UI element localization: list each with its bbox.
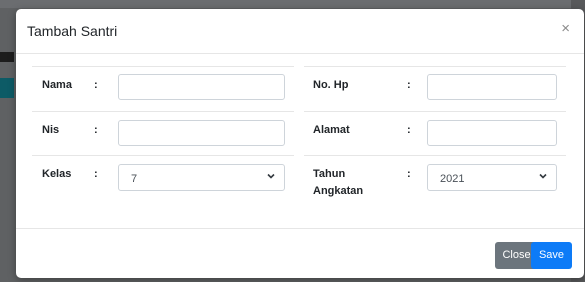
- nis-label: Nis: [42, 124, 60, 136]
- colon: :: [407, 124, 411, 136]
- nama-input[interactable]: [118, 74, 285, 100]
- chevron-down-icon: [266, 171, 276, 184]
- tahun-label-line1: Tahun: [313, 168, 346, 180]
- background-element: [0, 52, 14, 62]
- tahun-label-line2: Angkatan: [313, 185, 364, 197]
- modal-title: Tambah Santri: [27, 23, 118, 39]
- nohp-input[interactable]: [427, 74, 557, 100]
- modal-footer: Close Save: [16, 228, 584, 278]
- tahun-select[interactable]: 2021: [427, 164, 557, 191]
- row-divider: [304, 155, 566, 156]
- nama-label: Nama: [42, 79, 72, 91]
- close-icon[interactable]: ×: [561, 20, 570, 37]
- modal-header: Tambah Santri ×: [16, 9, 584, 54]
- tahun-angkatan-label: Tahun Angkatan: [313, 166, 363, 200]
- colon: :: [407, 168, 411, 180]
- chevron-down-icon: [538, 171, 548, 184]
- colon: :: [407, 79, 411, 91]
- row-divider: [304, 66, 566, 67]
- kelas-select[interactable]: 7: [118, 164, 285, 191]
- background-element: [0, 78, 14, 98]
- row-divider: [32, 155, 294, 156]
- colon: :: [94, 168, 98, 180]
- kelas-label: Kelas: [42, 168, 72, 180]
- kelas-selected-value: 7: [131, 173, 138, 185]
- nohp-label: No. Hp: [313, 79, 349, 91]
- colon: :: [94, 79, 98, 91]
- row-divider: [32, 111, 294, 112]
- tahun-selected-value: 2021: [440, 173, 465, 185]
- save-button[interactable]: Save: [531, 242, 572, 269]
- row-divider: [32, 66, 294, 67]
- modal-body: Nama : Nis : Kelas : 7 No. Hp : Alamat :…: [16, 54, 584, 229]
- colon: :: [94, 124, 98, 136]
- alamat-label: Alamat: [313, 124, 350, 136]
- add-santri-modal: Tambah Santri × Nama : Nis : Kelas : 7 N…: [16, 9, 584, 278]
- nis-input[interactable]: [118, 120, 285, 146]
- row-divider: [304, 111, 566, 112]
- background-page-strip: [0, 0, 585, 8]
- alamat-input[interactable]: [427, 120, 557, 146]
